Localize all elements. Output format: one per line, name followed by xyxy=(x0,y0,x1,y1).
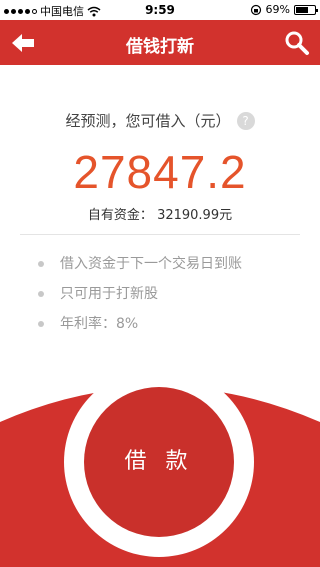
battery-percent: 69% xyxy=(265,3,290,16)
own-funds-value: 32190.99元 xyxy=(157,208,233,223)
divider xyxy=(20,234,300,235)
navbar: 借钱打新 xyxy=(0,20,320,65)
predict-text: 经预测，您可借入（元） xyxy=(65,112,231,130)
status-right: 69% xyxy=(250,3,318,16)
bullet-icon xyxy=(38,291,44,297)
orientation-lock-icon xyxy=(250,4,261,15)
bullet-icon xyxy=(38,321,44,327)
own-funds: 自有资金： 32190.99元 xyxy=(0,204,320,223)
note-text: 只可用于打新股 xyxy=(60,286,158,302)
borrowable-amount: 27847.2 xyxy=(73,146,247,198)
note-item: 借入资金于下一个交易日到账 xyxy=(38,254,242,284)
note-text: 借入资金于下一个交易日到账 xyxy=(60,256,242,272)
note-text: 年利率：8% xyxy=(60,316,139,332)
bullet-icon xyxy=(38,261,44,267)
predict-line: 经预测，您可借入（元）? xyxy=(0,110,320,131)
status-bar: 中国电信 9:59 69% xyxy=(0,0,320,20)
search-button[interactable] xyxy=(284,30,310,56)
page-title: 借钱打新 xyxy=(126,37,194,57)
battery-icon xyxy=(294,4,318,15)
note-item: 只可用于打新股 xyxy=(38,284,242,314)
help-icon[interactable]: ? xyxy=(236,112,255,130)
notes-list: 借入资金于下一个交易日到账 只可用于打新股 年利率：8% xyxy=(38,254,242,344)
borrow-button[interactable]: 借 款 xyxy=(84,387,234,537)
battery-fill xyxy=(296,6,309,13)
own-funds-label: 自有资金： xyxy=(87,208,153,223)
search-icon xyxy=(285,31,309,55)
